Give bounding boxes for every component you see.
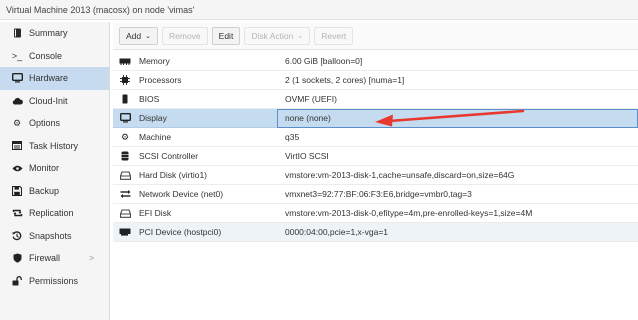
sidebar-item-label: Replication (29, 208, 74, 219)
gear-icon: ⚙ (12, 117, 22, 128)
hardware-name: Display (139, 113, 167, 123)
hardware-name: Hard Disk (virtio1) (139, 170, 208, 180)
monitor-icon (10, 73, 24, 83)
chevron-down-icon: ⌄ (145, 32, 151, 40)
exchange-icon (118, 190, 132, 198)
hardware-value: vmstore:vm-2013-disk-1,cache=unsafe,disc… (285, 170, 515, 180)
remove-button[interactable]: Remove (162, 26, 208, 45)
table-row[interactable]: SCSI Controller VirtIO SCSI (113, 147, 638, 166)
sidebar-item-label: Summary (29, 28, 68, 39)
sidebar-item-cloud-init[interactable]: Cloud-Init (0, 90, 109, 113)
sidebar-item-label: Console (29, 50, 63, 61)
sidebar-item-label: Monitor (29, 163, 60, 174)
table-row[interactable]: ⚙ Machine q35 (113, 128, 638, 147)
sidebar-item-label: Cloud-Init (29, 95, 68, 106)
eye-icon (10, 165, 24, 172)
sidebar-item-replication[interactable]: Replication (0, 202, 109, 225)
hardware-value: 2 (1 sockets, 2 cores) [numa=1] (285, 75, 405, 85)
remove-button-label: Remove (169, 30, 201, 41)
hardware-value: 0000:04:00,pcie=1,x-vga=1 (285, 227, 389, 237)
sidebar-item-label: Hardware (29, 73, 69, 84)
hdd-icon (118, 170, 132, 180)
hardware-value: VirtIO SCSI (285, 151, 329, 161)
add-button[interactable]: Add ⌄ (119, 26, 158, 45)
sidebar-item-label: Task History (29, 140, 79, 151)
sidebar-item-label: Snapshots (29, 230, 72, 241)
list-icon (10, 141, 24, 151)
sidebar-item-monitor[interactable]: Monitor (0, 157, 109, 180)
toolbar: Add ⌄ Remove Edit Disk Action ⌄ Revert (113, 22, 638, 50)
hardware-name: Machine (139, 132, 172, 142)
table-row[interactable]: Memory 6.00 GiB [balloon=0] (113, 52, 638, 71)
sidebar-item-firewall[interactable]: Firewall > (0, 247, 109, 270)
hardware-panel: Add ⌄ Remove Edit Disk Action ⌄ Revert M… (113, 22, 638, 320)
window-title: Virtual Machine 2013 (macosx) on node 'v… (6, 5, 195, 15)
history-icon (10, 231, 24, 241)
sidebar-item-summary[interactable]: Summary (0, 22, 109, 45)
hardware-name: Memory (139, 56, 170, 66)
terminal-icon: >_ (11, 50, 23, 61)
revert-button-label: Revert (321, 30, 347, 41)
hardware-value: OVMF (UEFI) (285, 94, 337, 104)
table-row[interactable]: Network Device (net0) vmxnet3=92:77:BF:0… (113, 185, 638, 204)
disk-action-button-label: Disk Action (251, 30, 294, 41)
sidebar-item-permissions[interactable]: Permissions (0, 270, 109, 293)
hardware-value: vmstore:vm-2013-disk-0,efitype=4m,pre-en… (285, 208, 533, 218)
sidebar-item-label: Options (29, 118, 61, 129)
hardware-name: PCI Device (hostpci0) (139, 227, 222, 237)
disk-action-button[interactable]: Disk Action ⌄ (244, 26, 311, 45)
sidebar-item-console[interactable]: >_ Console (0, 45, 109, 68)
table-row[interactable]: Hard Disk (virtio1) vmstore:vm-2013-disk… (113, 166, 638, 185)
table-row[interactable]: EFI Disk vmstore:vm-2013-disk-0,efitype=… (113, 204, 638, 223)
pci-card-icon (118, 228, 132, 236)
edit-button[interactable]: Edit (211, 26, 241, 45)
cpu-icon (118, 75, 132, 85)
annotation-arrow-head (375, 114, 393, 127)
table-row[interactable]: PCI Device (hostpci0) 0000:04:00,pcie=1,… (113, 223, 638, 242)
cogs-icon: ⚙ (120, 131, 130, 142)
edit-button-label: Edit (218, 30, 234, 41)
annotation-arrow (375, 109, 525, 127)
sidebar-item-label: Permissions (29, 275, 79, 286)
chevron-down-icon: ⌄ (297, 32, 304, 40)
hdd-icon (118, 208, 132, 218)
hardware-name: BIOS (139, 94, 160, 104)
add-button-label: Add (126, 30, 142, 41)
sidebar: Summary >_ Console Hardware Cloud-Init ⚙… (0, 22, 110, 320)
hardware-value: q35 (285, 132, 300, 142)
sidebar-item-backup[interactable]: Backup (0, 180, 109, 203)
desktop-icon (118, 113, 132, 123)
database-icon (118, 151, 132, 161)
sidebar-item-snapshots[interactable]: Snapshots (0, 225, 109, 248)
retweet-icon (10, 209, 24, 217)
hardware-value: vmxnet3=92:77:BF:06:F3:E6,bridge=vmbr0,t… (285, 189, 472, 199)
title-bar: Virtual Machine 2013 (macosx) on node 'v… (0, 0, 638, 20)
hardware-table: Memory 6.00 GiB [balloon=0] Processors 2… (113, 52, 638, 242)
unlock-icon (10, 275, 24, 286)
sidebar-item-task-history[interactable]: Task History (0, 135, 109, 158)
hardware-value: 6.00 GiB [balloon=0] (285, 56, 363, 66)
microchip-icon (118, 94, 132, 104)
chevron-right-icon[interactable]: > (89, 253, 94, 263)
hardware-name: SCSI Controller (139, 151, 199, 161)
shield-icon (10, 253, 24, 263)
sidebar-item-options[interactable]: ⚙ Options (0, 112, 109, 135)
revert-button[interactable]: Revert (314, 26, 354, 45)
hardware-name: Processors (139, 75, 182, 85)
sidebar-item-label: Firewall (29, 253, 61, 264)
hardware-value: none (none) (285, 113, 331, 123)
sidebar-item-hardware[interactable]: Hardware (0, 67, 109, 90)
hardware-name: EFI Disk (139, 208, 172, 218)
hardware-name: Network Device (net0) (139, 189, 224, 199)
cloud-icon (10, 97, 24, 105)
sidebar-item-label: Backup (29, 185, 60, 196)
floppy-icon (10, 185, 24, 196)
memory-icon (118, 58, 132, 65)
table-row[interactable]: Processors 2 (1 sockets, 2 cores) [numa=… (113, 71, 638, 90)
annotation-arrow-shaft (387, 109, 525, 123)
book-icon (10, 28, 24, 38)
